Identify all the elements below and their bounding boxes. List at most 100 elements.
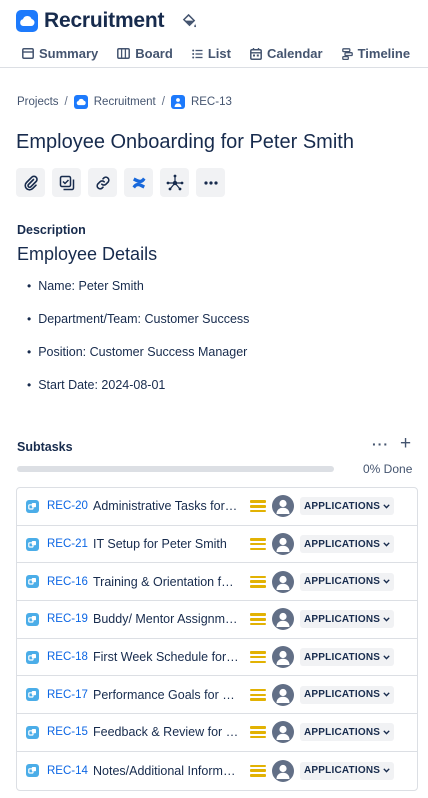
description-item: Position: Customer Success Manager: [27, 345, 249, 378]
subtask-key[interactable]: REC-15: [47, 726, 93, 738]
board-icon: [117, 48, 131, 59]
status-dropdown[interactable]: APPLICATIONS: [300, 535, 395, 554]
assignee-avatar[interactable]: [272, 533, 294, 556]
priority-medium-icon[interactable]: [250, 688, 266, 701]
subtask-key[interactable]: REC-18: [47, 651, 93, 663]
subtask-key[interactable]: REC-20: [47, 500, 93, 512]
breadcrumb-separator: /: [161, 96, 165, 108]
status-dropdown[interactable]: APPLICATIONS: [300, 497, 395, 516]
issue-action-bar: [16, 168, 225, 197]
priority-medium-icon[interactable]: [250, 726, 266, 739]
link-issue-button[interactable]: [88, 168, 117, 197]
subtask-type-icon: [26, 650, 39, 664]
more-icon: [203, 180, 218, 185]
priority-medium-icon[interactable]: [250, 500, 266, 513]
status-label: APPLICATIONS: [304, 613, 381, 625]
list-icon: [192, 49, 203, 58]
description-heading[interactable]: Employee Details: [17, 244, 157, 265]
priority-medium-icon[interactable]: [250, 613, 266, 626]
assignee-avatar[interactable]: [272, 759, 294, 782]
subtask-progress-bar: [17, 466, 334, 472]
attach-button[interactable]: [16, 168, 45, 197]
subtask-type-icon: [26, 725, 39, 739]
confluence-button[interactable]: [124, 168, 153, 197]
status-label: APPLICATIONS: [304, 689, 381, 701]
tab-board[interactable]: Board: [117, 46, 173, 61]
status-label: APPLICATIONS: [304, 500, 381, 512]
description-label: Description: [17, 223, 86, 237]
more-actions-button[interactable]: [196, 168, 225, 197]
subtask-key[interactable]: REC-19: [47, 613, 93, 625]
assignee-avatar[interactable]: [272, 721, 294, 744]
subtask-summary[interactable]: Notes/Additional Information for Peter S…: [93, 764, 240, 778]
assignee-avatar[interactable]: [272, 646, 294, 669]
subtask-row[interactable]: REC-14Notes/Additional Information for P…: [17, 752, 417, 790]
priority-medium-icon[interactable]: [250, 651, 266, 664]
priority-medium-icon[interactable]: [250, 538, 266, 551]
chevron-down-icon: [383, 692, 390, 697]
project-cloud-icon: [16, 10, 38, 32]
tab-calendar-label: Calendar: [266, 46, 323, 61]
subtask-summary[interactable]: Buddy/ Mentor Assignment for Peter Smith: [93, 612, 240, 626]
add-subtask-plus-button[interactable]: +: [400, 433, 411, 455]
tab-timeline[interactable]: Timeline: [341, 46, 410, 61]
subtask-key[interactable]: REC-21: [47, 538, 93, 550]
assignee-avatar[interactable]: [272, 608, 294, 631]
assignee-avatar[interactable]: [272, 570, 294, 593]
subtask-type-icon: [26, 764, 39, 778]
project-header: Recruitment: [16, 6, 198, 36]
subtask-key[interactable]: REC-16: [47, 576, 93, 588]
paint-bucket-icon[interactable]: [180, 12, 198, 30]
subtask-row[interactable]: REC-15Feedback & Review for Peter Smith A…: [17, 714, 417, 752]
assignee-avatar[interactable]: [272, 495, 294, 518]
issue-title[interactable]: Employee Onboarding for Peter Smith: [16, 131, 354, 154]
subtask-summary[interactable]: Performance Goals for Peter Smith: [93, 688, 240, 702]
project-title: Recruitment: [44, 9, 165, 32]
subtask-row[interactable]: REC-21 IT Setup for Peter Smith APPLICATIO…: [17, 526, 417, 564]
description-item: Start Date: 2024-08-01: [27, 378, 249, 411]
breadcrumb-project[interactable]: Recruitment: [94, 96, 156, 108]
subtasks-more-button[interactable]: ···: [372, 436, 389, 452]
link-icon: [95, 175, 110, 190]
subtask-summary[interactable]: Administrative Tasks for Peter Smith: [93, 499, 240, 513]
add-subtask-button[interactable]: [52, 168, 81, 197]
subtask-summary[interactable]: Feedback & Review for Peter Smith: [93, 725, 240, 739]
subtask-row[interactable]: REC-17Performance Goals for Peter Smith A…: [17, 676, 417, 715]
breadcrumb-issue-key[interactable]: REC-13: [191, 96, 232, 108]
subtask-key[interactable]: REC-14: [47, 765, 93, 777]
priority-medium-icon[interactable]: [250, 764, 266, 777]
subtask-row[interactable]: REC-20Administrative Tasks for Peter Smi…: [17, 488, 417, 526]
tab-list-label: List: [207, 46, 231, 61]
subtask-summary[interactable]: First Week Schedule for Peter Smith: [93, 650, 240, 664]
relationship-graph-button[interactable]: [160, 168, 189, 197]
subtask-row[interactable]: REC-18First Week Schedule for Peter Smit…: [17, 639, 417, 677]
subtask-row[interactable]: REC-19Buddy/ Mentor Assignment for Peter…: [17, 601, 417, 639]
subtask-key[interactable]: REC-17: [47, 689, 93, 701]
add-subtask-icon: [59, 175, 74, 190]
breadcrumb-projects[interactable]: Projects: [17, 96, 59, 108]
status-label: APPLICATIONS: [304, 765, 381, 777]
tab-summary[interactable]: Summary: [22, 46, 98, 61]
subtask-summary[interactable]: IT Setup for Peter Smith: [93, 537, 240, 551]
priority-medium-icon[interactable]: [250, 575, 266, 588]
confluence-icon: [132, 177, 145, 188]
status-dropdown[interactable]: APPLICATIONS: [300, 723, 395, 742]
tab-calendar[interactable]: Calendar: [249, 46, 323, 61]
tab-list[interactable]: List: [192, 46, 231, 61]
chevron-down-icon: [383, 768, 390, 773]
subtask-summary[interactable]: Training & Orientation for Peter Smith: [93, 575, 240, 589]
description-item: Name: Peter Smith: [27, 279, 249, 312]
status-label: APPLICATIONS: [304, 538, 381, 550]
breadcrumb: Projects / Recruitment / REC-13: [17, 95, 232, 109]
assignee-avatar[interactable]: [272, 683, 294, 706]
subtask-type-icon: [26, 688, 39, 702]
subtask-type-icon: [26, 575, 39, 589]
project-tabs: Summary Board List Calendar Timeline: [0, 40, 428, 68]
status-dropdown[interactable]: APPLICATIONS: [300, 648, 395, 667]
status-dropdown[interactable]: APPLICATIONS: [300, 610, 395, 629]
subtask-type-icon: [26, 537, 39, 551]
status-dropdown[interactable]: APPLICATIONS: [300, 685, 395, 704]
status-dropdown[interactable]: APPLICATIONS: [300, 761, 395, 780]
subtask-row[interactable]: REC-16Training & Orientation for Peter S…: [17, 563, 417, 602]
status-dropdown[interactable]: APPLICATIONS: [300, 572, 395, 591]
